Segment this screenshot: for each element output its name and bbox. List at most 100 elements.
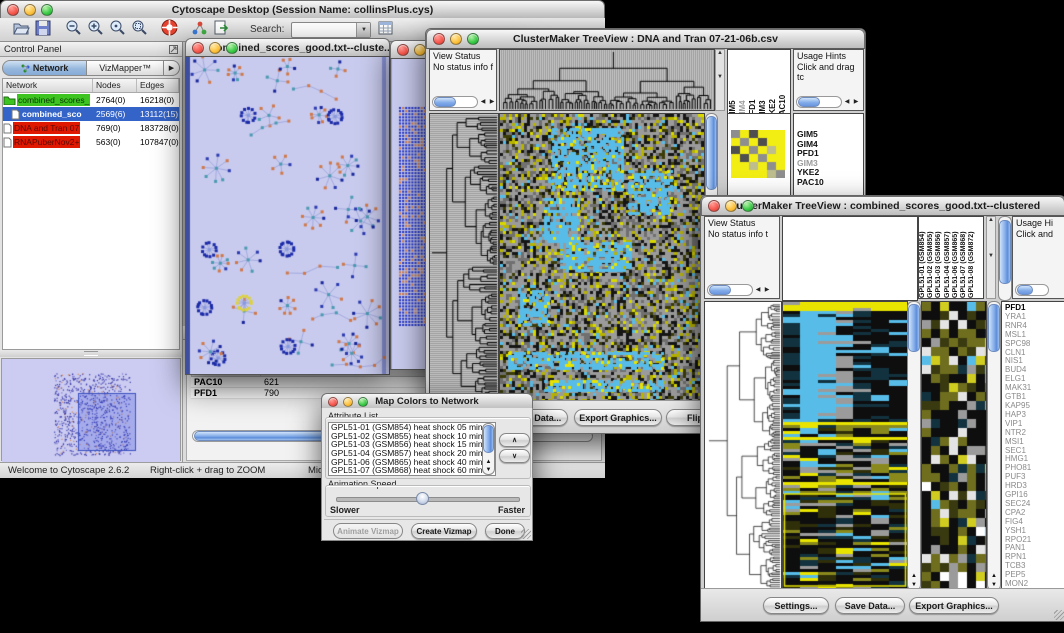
gene-label[interactable]: NTR2 — [1005, 429, 1064, 438]
column-label[interactable]: GPL51-03 (GSM856) — [935, 219, 943, 298]
column-label[interactable]: PAC10 — [778, 52, 788, 120]
minimize-button[interactable] — [209, 42, 221, 54]
gene-label[interactable]: ELG1 — [1005, 375, 1064, 384]
gene-label[interactable]: SPC98 — [1005, 340, 1064, 349]
treeview2-zoom-vscrollbar[interactable]: ▲ ▼ — [987, 301, 1001, 591]
attribute-list-scrollbar[interactable]: ▲ ▼ — [482, 423, 495, 475]
close-button[interactable] — [708, 200, 720, 212]
network-window-titlebar[interactable]: combined_scores_good.txt--cluste... — [185, 38, 390, 58]
column-label[interactable]: GPL51-01 (GSM854) — [919, 219, 927, 298]
view-status-scrollbar[interactable]: ◀▶ — [432, 96, 496, 108]
gene-label[interactable]: VIP1 — [1005, 420, 1064, 429]
gene-label[interactable]: BUD4 — [1005, 366, 1064, 375]
zoom-in-icon[interactable] — [84, 18, 106, 38]
vscrollbar-thumb[interactable] — [706, 116, 717, 190]
zoom-button[interactable] — [226, 42, 238, 54]
column-label[interactable]: GIM4 — [738, 52, 748, 120]
network-list-row[interactable]: DNA and Tran 07769(0)183728(0) — [3, 121, 179, 135]
usage-hints-scrollbar[interactable]: ◀▶ — [796, 96, 860, 108]
close-button[interactable] — [433, 33, 445, 45]
close-button[interactable] — [7, 4, 19, 16]
gene-label[interactable]: SEC24 — [1005, 500, 1064, 509]
gene-label[interactable]: NIS1 — [1005, 357, 1064, 366]
zoom-button[interactable] — [742, 200, 754, 212]
gene-label[interactable]: PEP5 — [1005, 571, 1064, 580]
gene-label[interactable]: PFD1 — [1005, 304, 1064, 313]
gene-label[interactable]: PFD1 — [797, 149, 863, 159]
settings-button[interactable]: Settings... — [763, 597, 829, 614]
birdseye-view[interactable] — [1, 358, 181, 461]
column-label[interactable]: GPL51-06 (GSM865) — [952, 219, 960, 298]
gene-label[interactable]: MSI1 — [1005, 438, 1064, 447]
treeview2-titlebar[interactable]: ClusterMaker TreeView : combined_scores_… — [701, 196, 1064, 216]
zoom-button[interactable] — [467, 33, 479, 45]
view-status-scrollbar[interactable]: ◀▶ — [707, 284, 771, 296]
gene-label[interactable]: TCB3 — [1005, 562, 1064, 571]
gene-label[interactable]: YSH1 — [1005, 527, 1064, 536]
treeview1-row-dendrogram[interactable] — [429, 113, 499, 403]
chevron-down-icon[interactable]: ▼ — [356, 23, 370, 37]
gene-label[interactable]: PAN1 — [1005, 544, 1064, 553]
column-label[interactable]: GPL51-08 (GSM872) — [968, 219, 976, 298]
move-down-button[interactable]: ∨ — [499, 449, 530, 463]
gene-label[interactable]: RPO21 — [1005, 536, 1064, 545]
treeview2-heatmap[interactable] — [782, 301, 908, 591]
column-label[interactable]: GIM5 — [728, 52, 738, 120]
slider-thumb[interactable] — [416, 492, 429, 505]
treeview2-top-arrows[interactable]: ▲▼ — [986, 216, 996, 299]
treeview1-titlebar[interactable]: ClusterMaker TreeView : DNA and Tran 07-… — [426, 29, 865, 49]
gene-label[interactable]: MSL1 — [1005, 331, 1064, 340]
gene-label[interactable]: KAP95 — [1005, 402, 1064, 411]
gene-label[interactable]: GTB1 — [1005, 393, 1064, 402]
zoom-scale-icon[interactable] — [106, 18, 128, 38]
network-list-row[interactable]: combined_sco2569(6)13112(15) — [3, 107, 179, 121]
export-graphics-button[interactable]: Export Graphics... — [909, 597, 999, 614]
usage-hints-scrollbar[interactable] — [1015, 284, 1049, 296]
panel-splitter[interactable] — [0, 350, 182, 357]
search-input[interactable]: ▼ — [291, 22, 371, 38]
network-canvas[interactable] — [185, 56, 390, 375]
network-list-row[interactable]: combined_scores_2764(0)16218(0) — [3, 93, 179, 107]
close-button[interactable] — [397, 44, 409, 56]
minimize-button[interactable] — [725, 200, 737, 212]
gene-label[interactable]: RNR4 — [1005, 322, 1064, 331]
gene-label[interactable]: HMG1 — [1005, 455, 1064, 464]
column-label[interactable]: GIM3 — [758, 52, 768, 120]
column-label[interactable]: GPL51-04 (GSM857) — [944, 219, 952, 298]
gene-label[interactable]: YRA1 — [1005, 313, 1064, 322]
float-panel-icon[interactable] — [169, 45, 178, 54]
gene-label[interactable]: RPN1 — [1005, 553, 1064, 562]
column-label[interactable]: PFD1 — [748, 52, 758, 120]
minimize-button[interactable] — [343, 397, 353, 407]
treeview2-column-dendrogram[interactable] — [782, 216, 918, 301]
tab-overflow-button[interactable]: ▶ — [164, 60, 180, 76]
treeview1-heatmap[interactable] — [499, 113, 705, 403]
attribute-browser-icon[interactable] — [375, 18, 397, 38]
export-view-icon[interactable] — [210, 18, 232, 38]
gene-label[interactable]: GIM3 — [797, 159, 863, 169]
help-lifebuoy-icon[interactable] — [158, 18, 180, 38]
gene-label[interactable]: GIM4 — [797, 140, 863, 150]
gene-label[interactable]: HAP3 — [1005, 411, 1064, 420]
open-file-icon[interactable] — [10, 18, 32, 38]
gene-label[interactable]: MAK31 — [1005, 384, 1064, 393]
move-up-button[interactable]: ∧ — [499, 433, 530, 447]
vizmapper-icon[interactable] — [188, 18, 210, 38]
save-icon[interactable] — [32, 18, 54, 38]
column-label[interactable]: YKE2 — [768, 52, 778, 120]
close-button[interactable] — [192, 42, 204, 54]
treeview1-column-dendrogram[interactable] — [499, 49, 715, 111]
tab-network[interactable]: Network — [2, 60, 87, 76]
done-button[interactable]: Done — [485, 523, 525, 539]
minimize-button[interactable] — [450, 33, 462, 45]
export-graphics-button[interactable]: Export Graphics... — [574, 409, 662, 426]
save-data-button[interactable]: Save Data... — [835, 597, 905, 614]
gene-label[interactable]: PHO81 — [1005, 464, 1064, 473]
treeview2-top-vscrollbar[interactable] — [998, 216, 1012, 301]
resize-grip[interactable] — [521, 529, 531, 539]
treeview2-row-dendrogram[interactable] — [704, 301, 782, 591]
gene-label[interactable]: GIM5 — [797, 130, 863, 140]
gene-label[interactable]: PUF3 — [1005, 473, 1064, 482]
attribute-item[interactable]: GPL51-07 (GSM868) heat shock 60 min — [329, 466, 495, 475]
gene-label[interactable]: GPI16 — [1005, 491, 1064, 500]
